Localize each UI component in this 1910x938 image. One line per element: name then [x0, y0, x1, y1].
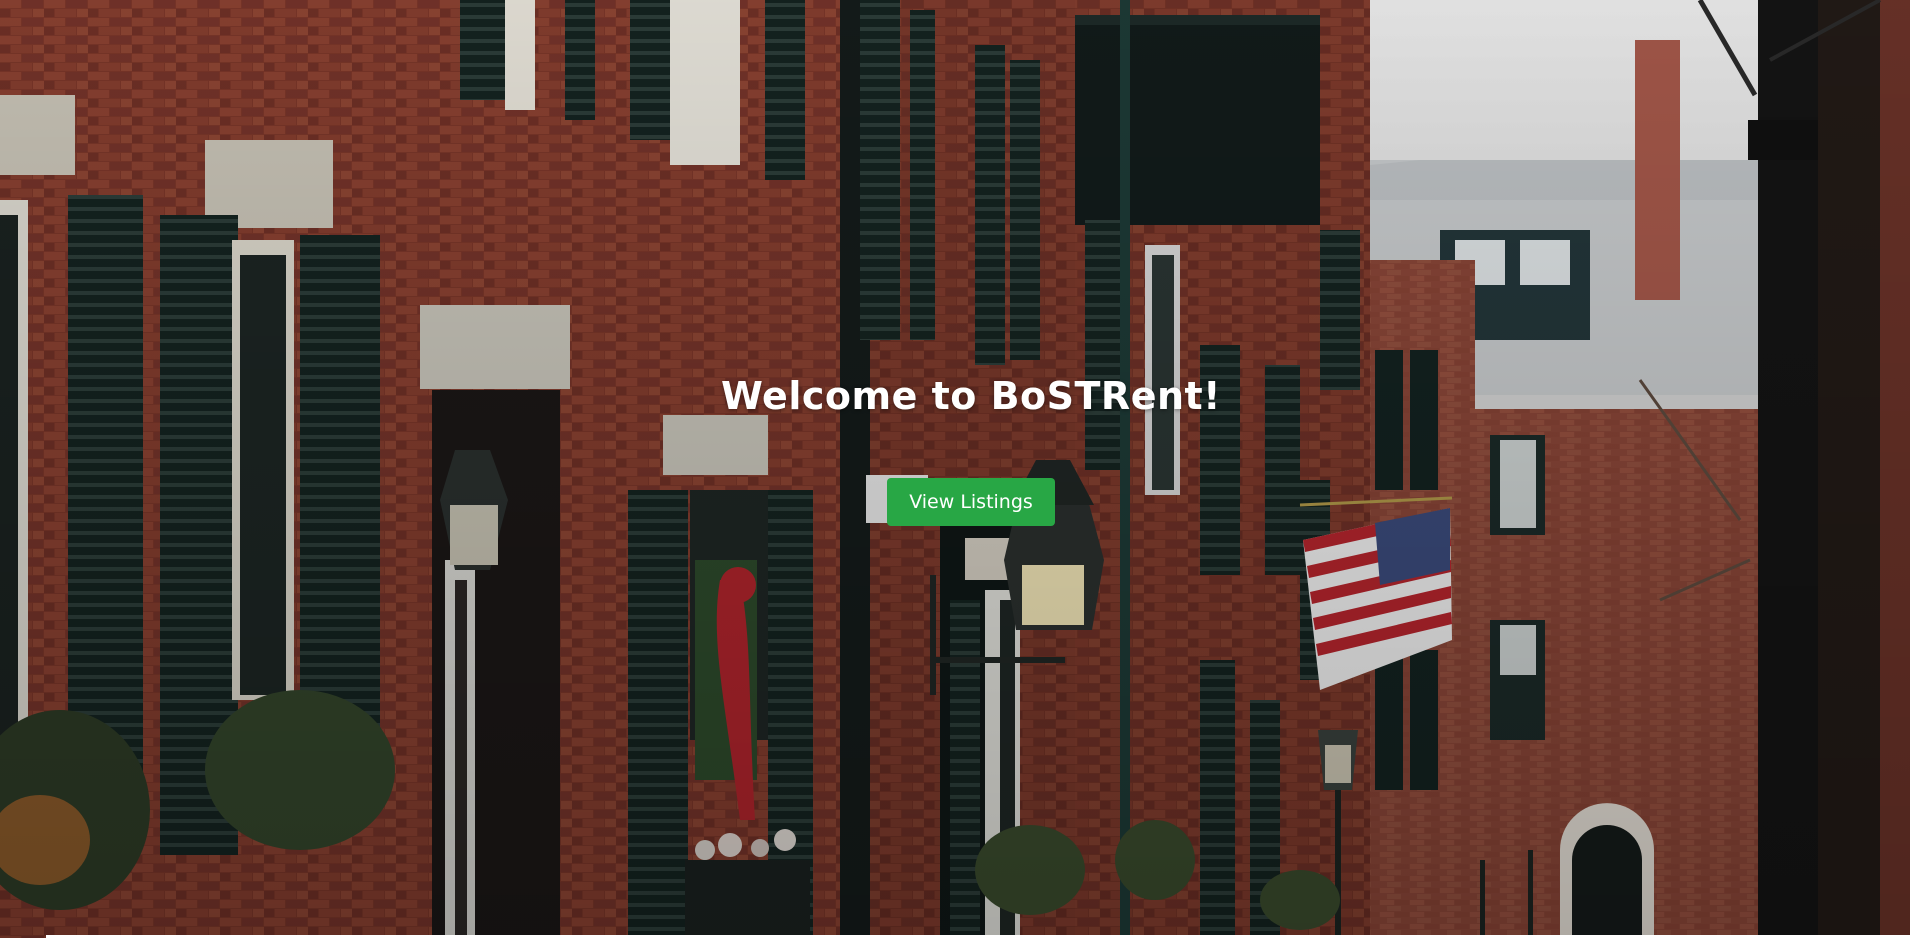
- view-listings-button[interactable]: View Listings: [887, 478, 1055, 526]
- hero-banner: Welcome to BoSTRent! View Listings: [0, 0, 1910, 938]
- hero-title: Welcome to BoSTRent!: [720, 374, 1222, 418]
- hero-background-photo: [0, 0, 1910, 938]
